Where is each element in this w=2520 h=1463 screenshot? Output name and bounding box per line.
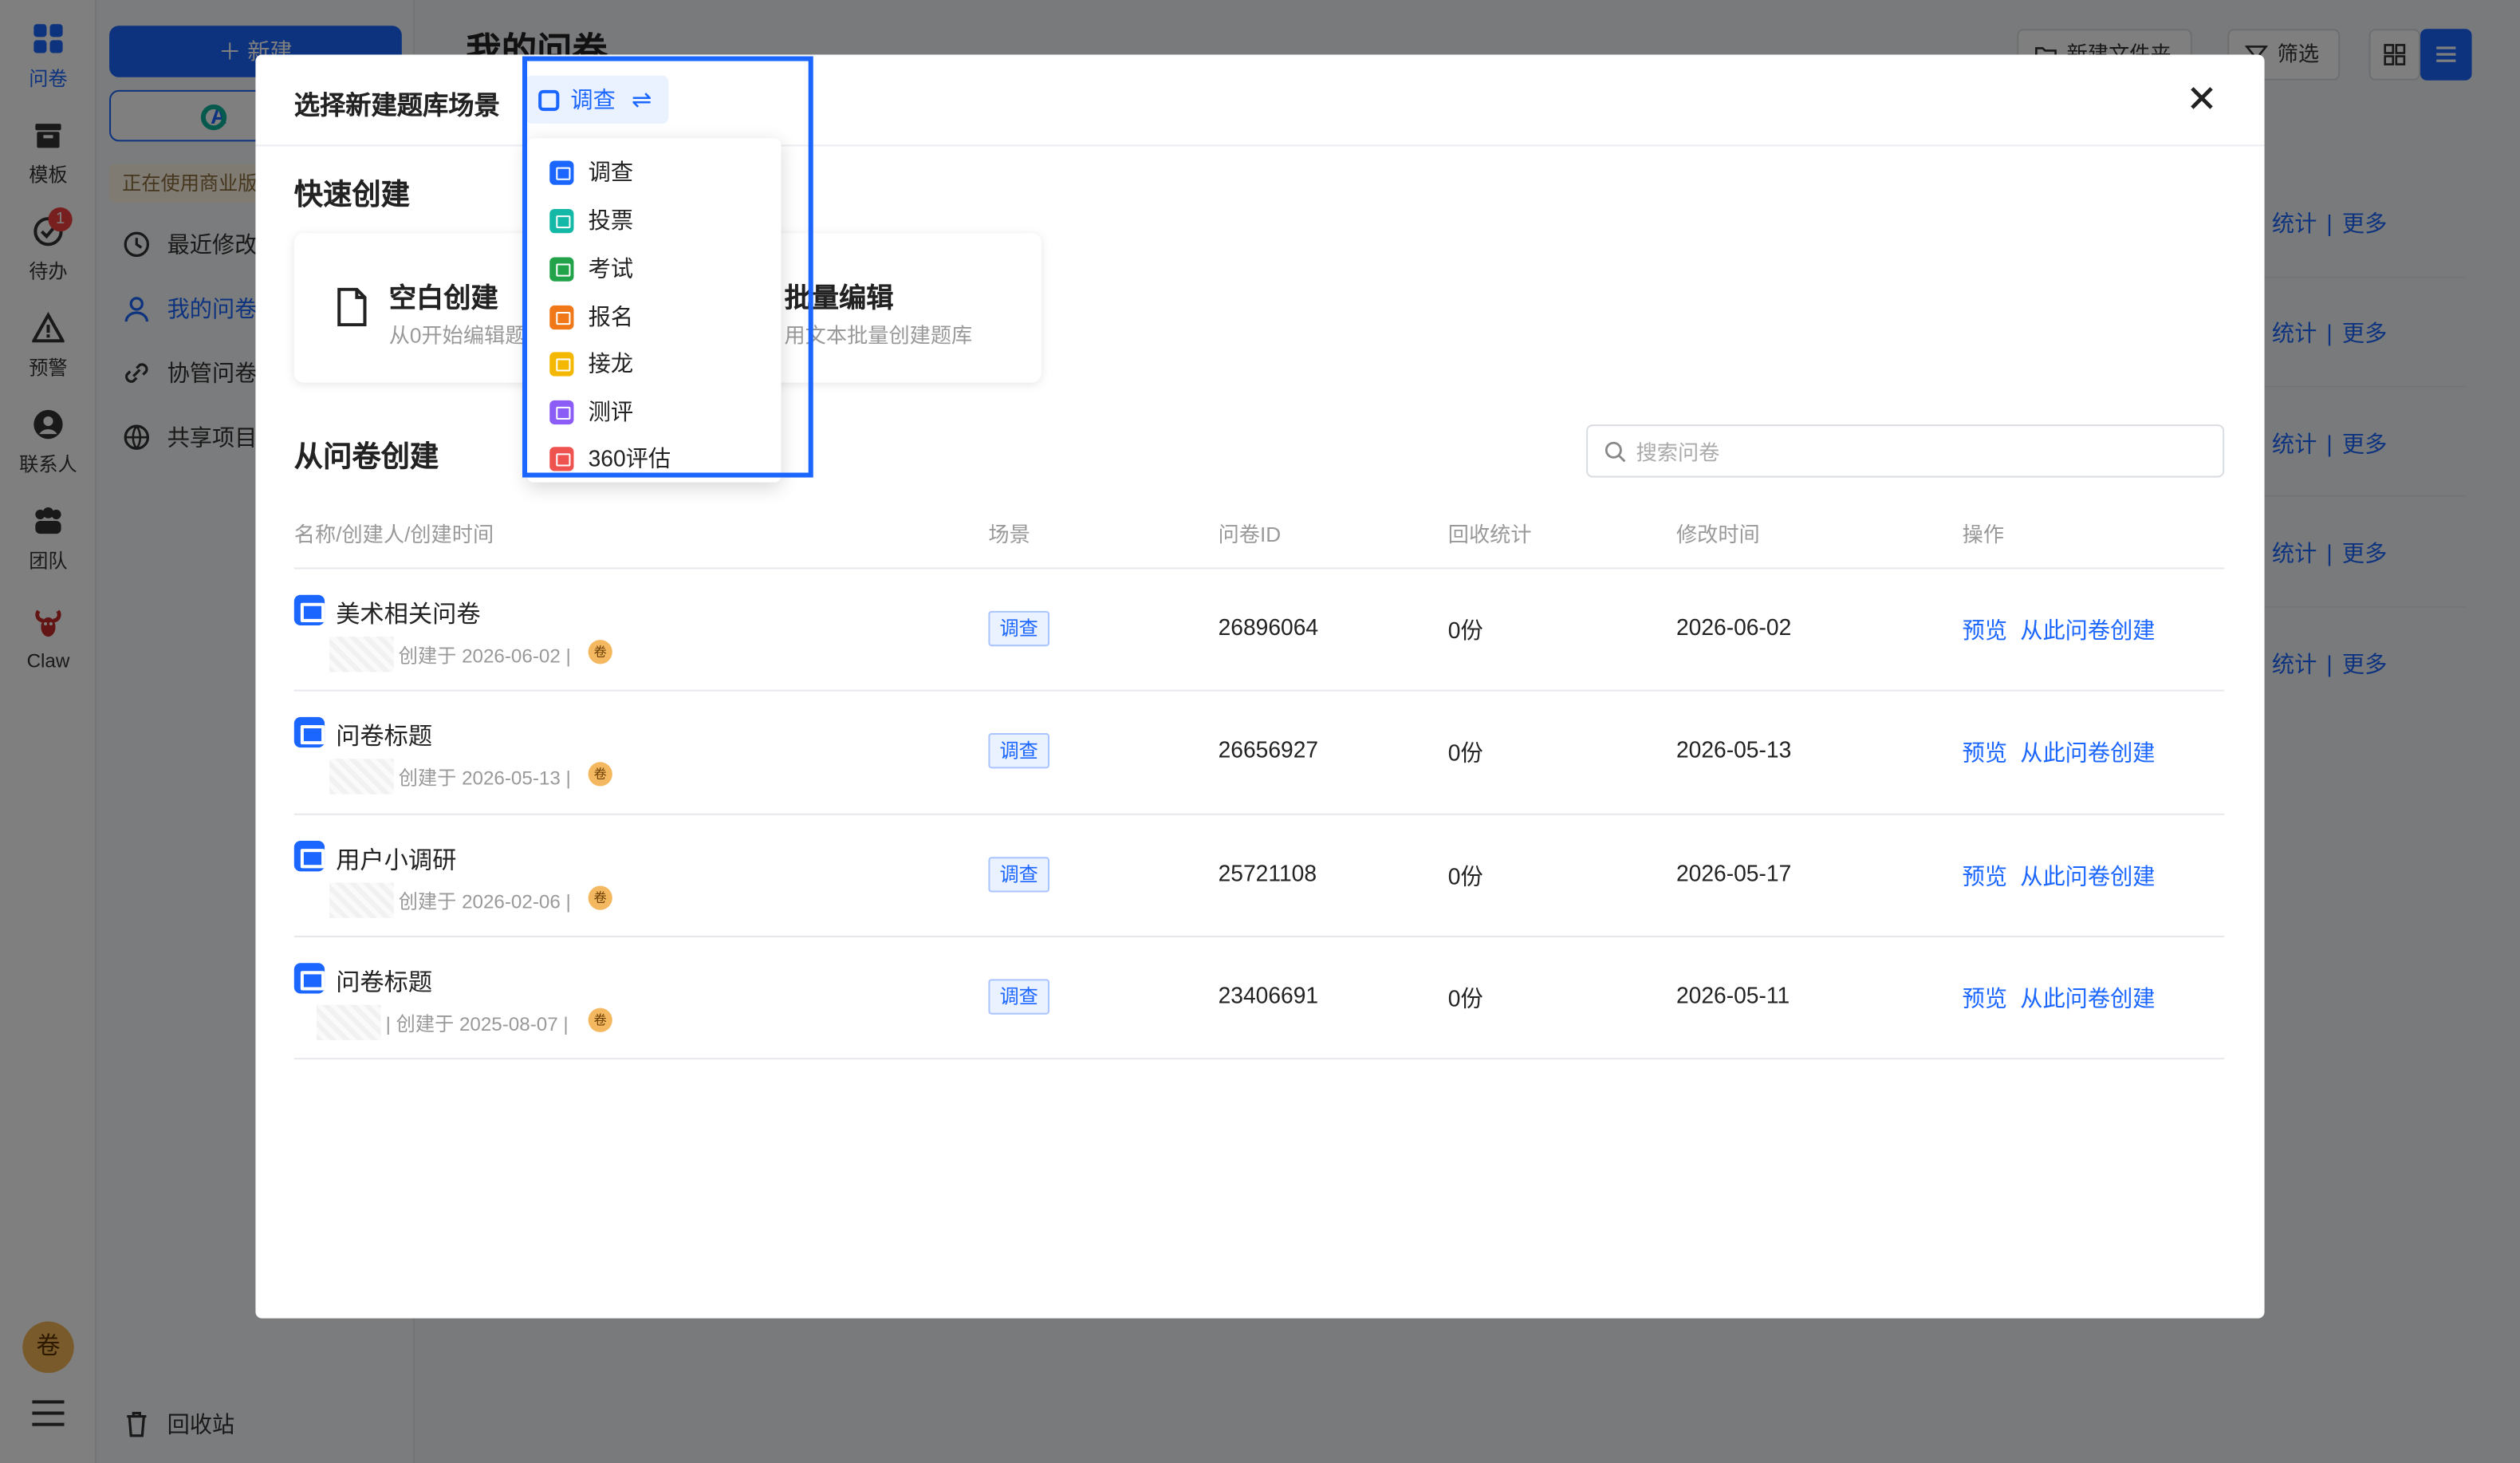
divider: [293, 1058, 2225, 1060]
modified-date: 2026-06-02: [1675, 613, 1792, 641]
column-header: 名称/创建人/创建时间: [293, 522, 494, 547]
survey-id: 23406691: [1218, 982, 1319, 1008]
mini-avatar: 卷: [588, 885, 612, 910]
modified-date: 2026-05-11: [1675, 982, 1790, 1008]
survey-name: 用户小调研: [336, 847, 457, 875]
response-count: 0份: [1447, 985, 1483, 1011]
response-count: 0份: [1447, 863, 1483, 889]
creator-avatar: [317, 1004, 381, 1040]
create-from-survey-link[interactable]: 从此问卷创建: [2020, 982, 2155, 1014]
mini-avatar: 卷: [588, 1008, 612, 1032]
survey-name: 美术相关问卷: [336, 601, 481, 629]
modified-date: 2026-05-13: [1675, 736, 1792, 763]
table-row: 美术相关问卷 创建于 2026-06-02 | 卷 调查 26896064 0份…: [255, 569, 2264, 691]
scene-tag: 调查: [988, 733, 1049, 769]
survey-icon: [293, 963, 325, 994]
highlight-box: [522, 56, 813, 478]
creator-avatar: [329, 882, 394, 918]
creator-avatar: [329, 637, 394, 672]
creator-avatar: [329, 759, 394, 795]
preview-link[interactable]: 预览: [1963, 614, 2007, 646]
create-bank-modal: 选择新建题库场景 调查 ⇌ 快速创建 空白创建 从0开始编辑题 批量编辑 用文本批…: [255, 54, 2265, 1319]
scene-tag: 调查: [988, 610, 1049, 647]
survey-search[interactable]: [1586, 424, 2225, 478]
search-icon: [1605, 441, 1626, 463]
survey-icon: [293, 841, 325, 872]
close-icon[interactable]: [2181, 77, 2223, 119]
survey-icon: [293, 716, 325, 748]
survey-id: 26656927: [1218, 736, 1319, 763]
survey-name: 问卷标题: [336, 723, 433, 751]
created-meta: 创建于 2026-02-06 |: [398, 890, 571, 913]
column-header: 修改时间: [1675, 522, 1760, 547]
create-from-survey-link[interactable]: 从此问卷创建: [2020, 614, 2155, 646]
survey-id: 26896064: [1218, 613, 1319, 641]
card-subtitle: 从0开始编辑题: [388, 323, 526, 348]
survey-icon: [293, 594, 325, 625]
document-icon: [337, 287, 367, 327]
column-header: 操作: [1962, 522, 2005, 547]
survey-name: 问卷标题: [336, 969, 433, 997]
search-input[interactable]: [1636, 432, 2199, 471]
create-from-survey-link[interactable]: 从此问卷创建: [2020, 736, 2155, 768]
modal-title: 选择新建题库场景: [293, 93, 500, 121]
created-meta: | 创建于 2025-08-07 |: [385, 1012, 569, 1035]
modified-date: 2026-05-17: [1675, 860, 1792, 886]
response-count: 0份: [1447, 739, 1483, 766]
mini-avatar: 卷: [588, 762, 612, 787]
column-header: 场景: [988, 522, 1030, 547]
response-count: 0份: [1447, 617, 1483, 644]
from-survey-title: 从问卷创建: [293, 440, 439, 473]
column-header: 问卷ID: [1218, 522, 1282, 547]
card-title: 空白创建: [388, 282, 498, 314]
mini-avatar: 卷: [588, 640, 612, 664]
table-row: 问卷标题 创建于 2026-05-13 | 卷 调查 26656927 0份 2…: [255, 692, 2264, 814]
table-row: 用户小调研 创建于 2026-02-06 | 卷 调查 25721108 0份 …: [255, 815, 2264, 937]
survey-id: 25721108: [1218, 860, 1317, 886]
preview-link[interactable]: 预览: [1963, 982, 2007, 1014]
scene-tag: 调查: [988, 857, 1049, 893]
created-meta: 创建于 2026-05-13 |: [398, 767, 571, 790]
quick-create-title: 快速创建: [293, 178, 410, 211]
preview-link[interactable]: 预览: [1963, 860, 2007, 892]
create-from-survey-link[interactable]: 从此问卷创建: [2020, 860, 2155, 892]
preview-link[interactable]: 预览: [1963, 736, 2007, 768]
table-row: 问卷标题 | 创建于 2025-08-07 | 卷 调查 23406691 0份…: [255, 937, 2264, 1059]
column-header: 回收统计: [1447, 522, 1532, 547]
scene-tag: 调查: [988, 979, 1049, 1015]
created-meta: 创建于 2026-06-02 |: [398, 645, 571, 668]
